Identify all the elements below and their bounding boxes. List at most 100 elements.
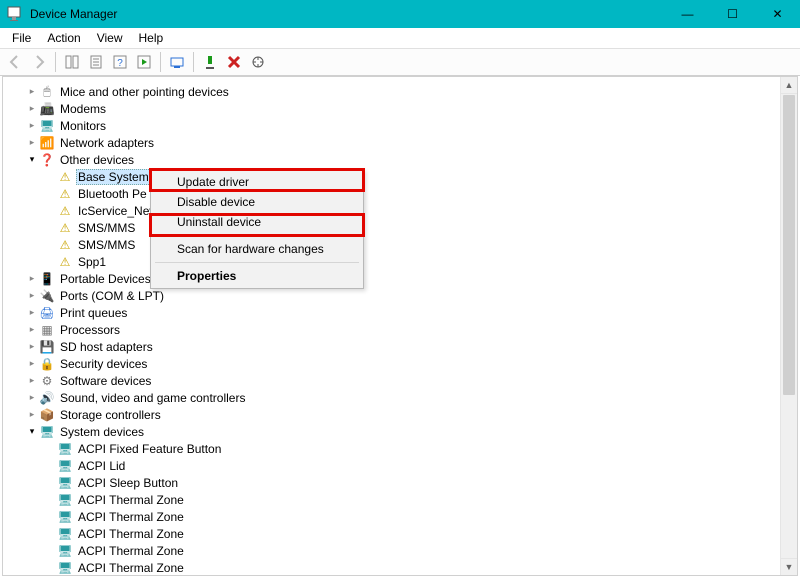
expand-icon[interactable]: ▸ xyxy=(25,408,39,422)
tree-node[interactable]: ▸🔊Sound, video and game controllers xyxy=(3,389,780,406)
scan-hardware-button[interactable] xyxy=(247,51,269,73)
tree-node-label: ACPI Thermal Zone xyxy=(76,510,186,524)
context-menu-item[interactable]: Disable device xyxy=(153,192,361,212)
port-icon: 🔌 xyxy=(39,288,55,304)
monitor-icon: 🖥 xyxy=(39,118,55,134)
expand-icon[interactable]: ▸ xyxy=(25,289,39,303)
tree-node[interactable]: ▸🖥ACPI Thermal Zone xyxy=(3,491,780,508)
tree-node[interactable]: ▸🖨Print queues xyxy=(3,304,780,321)
tree-node[interactable]: ▸📦Storage controllers xyxy=(3,406,780,423)
help-button[interactable]: ? xyxy=(109,51,131,73)
tree-node[interactable]: ▾❓Other devices xyxy=(3,151,780,168)
tree-node[interactable]: ▸⚠SMS/MMS xyxy=(3,236,780,253)
expand-icon[interactable]: ▸ xyxy=(25,340,39,354)
tree-node[interactable]: ▸🖥ACPI Lid xyxy=(3,457,780,474)
tree-node[interactable]: ▸💾SD host adapters xyxy=(3,338,780,355)
system-icon: 🖥 xyxy=(57,475,73,491)
menu-help[interactable]: Help xyxy=(131,29,172,47)
expand-icon[interactable]: ▸ xyxy=(25,119,39,133)
warning-icon: ⚠ xyxy=(57,203,73,219)
expand-icon[interactable]: ▸ xyxy=(25,357,39,371)
context-menu-item-label: Scan for hardware changes xyxy=(177,242,324,256)
tree-node[interactable]: ▸📱Portable Devices xyxy=(3,270,780,287)
forward-button[interactable] xyxy=(28,51,50,73)
vertical-scrollbar[interactable]: ▲ ▼ xyxy=(780,77,797,575)
context-menu-separator xyxy=(155,262,359,263)
expand-icon[interactable]: ▸ xyxy=(25,136,39,150)
maximize-button[interactable]: ☐ xyxy=(710,0,755,28)
expand-icon[interactable]: ▸ xyxy=(25,374,39,388)
tree-pane: ▸🖱Mice and other pointing devices▸📠Modem… xyxy=(2,76,798,576)
tree-node[interactable]: ▸⚠Spp1 xyxy=(3,253,780,270)
audio-icon: 🔊 xyxy=(39,390,55,406)
tree-node-label: ACPI Sleep Button xyxy=(76,476,180,490)
collapse-icon[interactable]: ▾ xyxy=(25,153,39,167)
tree-node[interactable]: ▸🖥ACPI Thermal Zone xyxy=(3,508,780,525)
enable-device-button[interactable] xyxy=(199,51,221,73)
tree-node[interactable]: ▸🖥ACPI Sleep Button xyxy=(3,474,780,491)
tree-node-label: ACPI Fixed Feature Button xyxy=(76,442,223,456)
minimize-button[interactable]: — xyxy=(665,0,710,28)
tree-node-label: SMS/MMS xyxy=(76,221,137,235)
expand-icon[interactable]: ▸ xyxy=(25,85,39,99)
tree-node[interactable]: ▸⚙Software devices xyxy=(3,372,780,389)
menu-action[interactable]: Action xyxy=(39,29,88,47)
context-menu-item[interactable]: Scan for hardware changes xyxy=(153,239,361,259)
device-tree[interactable]: ▸🖱Mice and other pointing devices▸📠Modem… xyxy=(3,77,780,575)
close-button[interactable]: ✕ xyxy=(755,0,800,28)
tree-node[interactable]: ▸🖥ACPI Thermal Zone xyxy=(3,525,780,542)
scroll-down-button[interactable]: ▼ xyxy=(781,558,797,575)
tree-node[interactable]: ▸🖥Monitors xyxy=(3,117,780,134)
tree-node[interactable]: ▸🖥ACPI Thermal Zone xyxy=(3,542,780,559)
action-button[interactable] xyxy=(133,51,155,73)
system-icon: 🖥 xyxy=(39,424,55,440)
tree-node[interactable]: ▸⚠SMS/MMS xyxy=(3,219,780,236)
tree-node-label: ACPI Thermal Zone xyxy=(76,527,186,541)
tree-node[interactable]: ▸📠Modems xyxy=(3,100,780,117)
tree-node-label: Spp1 xyxy=(76,255,108,269)
network-icon: 📶 xyxy=(39,135,55,151)
tree-node[interactable]: ▸⚠Bluetooth Pe xyxy=(3,185,780,202)
update-driver-button[interactable] xyxy=(166,51,188,73)
tree-node[interactable]: ▸⚠Base System Device xyxy=(3,168,780,185)
tree-node-label: Network adapters xyxy=(58,136,156,150)
show-hide-tree-button[interactable] xyxy=(61,51,83,73)
menu-view[interactable]: View xyxy=(89,29,131,47)
uninstall-device-button[interactable] xyxy=(223,51,245,73)
portable-icon: 📱 xyxy=(39,271,55,287)
tree-node[interactable]: ▸🖱Mice and other pointing devices xyxy=(3,83,780,100)
tree-node[interactable]: ▸🔒Security devices xyxy=(3,355,780,372)
system-icon: 🖥 xyxy=(57,509,73,525)
tree-node-label: ACPI Thermal Zone xyxy=(76,561,186,575)
tree-node[interactable]: ▾🖥System devices xyxy=(3,423,780,440)
tree-node-label: IcService_New xyxy=(76,204,160,218)
tree-node[interactable]: ▸🔌Ports (COM & LPT) xyxy=(3,287,780,304)
expand-icon[interactable]: ▸ xyxy=(25,391,39,405)
context-menu-item-label: Uninstall device xyxy=(177,215,261,229)
tree-node-label: ACPI Lid xyxy=(76,459,127,473)
context-menu-item[interactable]: Update driver xyxy=(153,172,361,192)
collapse-icon[interactable]: ▾ xyxy=(25,425,39,439)
scroll-thumb[interactable] xyxy=(783,95,795,395)
expand-icon[interactable]: ▸ xyxy=(25,323,39,337)
tree-node[interactable]: ▸⚠IcService_New xyxy=(3,202,780,219)
context-menu-item[interactable]: Uninstall device xyxy=(153,212,361,232)
system-icon: 🖥 xyxy=(57,492,73,508)
title-bar: Device Manager — ☐ ✕ xyxy=(0,0,800,28)
expand-icon[interactable]: ▸ xyxy=(25,272,39,286)
tree-node-label: Storage controllers xyxy=(58,408,163,422)
scroll-up-button[interactable]: ▲ xyxy=(781,77,797,94)
context-menu-item[interactable]: Properties xyxy=(153,266,361,286)
tree-node[interactable]: ▸▦Processors xyxy=(3,321,780,338)
menu-file[interactable]: File xyxy=(4,29,39,47)
tree-node[interactable]: ▸🖥ACPI Thermal Zone xyxy=(3,559,780,575)
expand-icon[interactable]: ▸ xyxy=(25,306,39,320)
expand-icon[interactable]: ▸ xyxy=(25,102,39,116)
toolbar-separator xyxy=(193,52,194,72)
tree-node[interactable]: ▸🖥ACPI Fixed Feature Button xyxy=(3,440,780,457)
back-button[interactable] xyxy=(4,51,26,73)
tree-node-label: Software devices xyxy=(58,374,153,388)
tree-node[interactable]: ▸📶Network adapters xyxy=(3,134,780,151)
properties-button[interactable] xyxy=(85,51,107,73)
context-menu[interactable]: Update driverDisable device Uninstall dev… xyxy=(150,169,364,289)
